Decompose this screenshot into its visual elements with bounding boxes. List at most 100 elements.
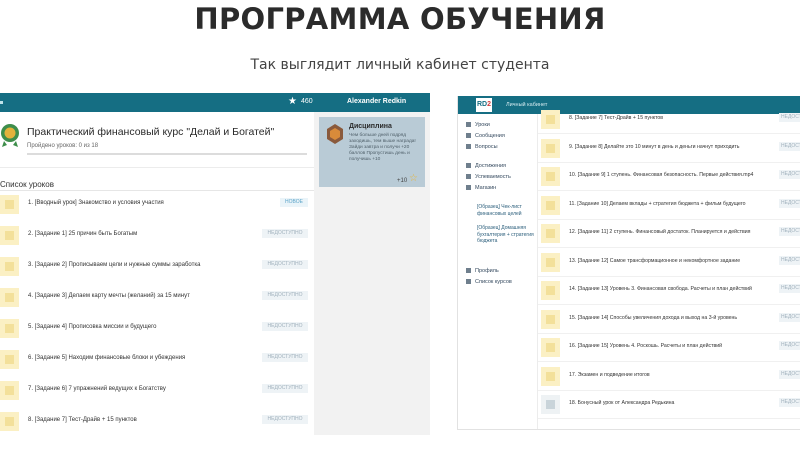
lessons-list-title: Список уроков <box>0 180 54 189</box>
lesson-row[interactable]: 8. [Задание 7] Тест-Драйв + 15 пунктов НЕ… <box>0 409 314 435</box>
lesson-thumbnail-icon <box>0 288 19 307</box>
sidebar-item-progress[interactable]: Успеваемость <box>466 174 511 180</box>
lesson-status-badge: НЕДОСТУПНО <box>779 113 800 122</box>
sidebar-item-profile[interactable]: Профиль <box>466 268 499 274</box>
sidebar-item-label: Уроки <box>475 122 490 128</box>
list-icon <box>466 279 471 285</box>
lesson-status-badge: НЕДОСТУПНО <box>262 415 308 424</box>
lesson-thumbnail-icon <box>541 167 560 186</box>
course-header: Практический финансовый курс "Делай и Бо… <box>0 118 314 168</box>
sidebar-item-messages[interactable]: Сообщения <box>466 133 505 139</box>
lesson-row[interactable]: 12. [Задание 11] 2 ступень. Финансовый д… <box>538 220 800 248</box>
student-cabinet-screenshot-right: RD2 Личный кабинет Уроки Сообщения Вопро… <box>457 96 800 430</box>
sidebar-item-label: Профиль <box>475 268 499 274</box>
lesson-status-badge: НЕДОСТУПНО <box>779 312 800 322</box>
lesson-status-badge: НЕДОСТУПНО <box>779 198 800 208</box>
lesson-title: 13. [Задание 12] Самое трансформационное… <box>569 257 741 264</box>
lesson-row[interactable]: 2. [Задание 1] 25 причин быть Богатым НЕД… <box>0 223 314 253</box>
star-outline-icon: ☆ <box>409 173 418 184</box>
lesson-row[interactable]: 9. [Задание 8] Делайте это 10 минут в де… <box>538 135 800 163</box>
lesson-title: 11. [Задание 10] Делаем вклады + стратег… <box>569 200 746 207</box>
lesson-thumbnail-icon <box>0 319 19 338</box>
discipline-text: Чем больше дней подряд заходишь, тем выш… <box>349 133 416 162</box>
lesson-thumbnail-icon <box>541 366 560 386</box>
lesson-status-badge: НЕДОСТУПНО <box>779 141 800 151</box>
lesson-row[interactable]: 8. [Задание 7] Тест-Драйв + 15 пунктов НЕ… <box>538 106 800 134</box>
lesson-status-badge: НОВОЕ <box>280 198 308 207</box>
discipline-points: +10 <box>397 178 408 184</box>
divider <box>0 190 314 191</box>
lesson-status-badge: НЕДОСТУПНО <box>262 322 308 331</box>
course-title: Практический финансовый курс "Делай и Бо… <box>27 126 275 138</box>
course-progress-bar <box>27 153 307 155</box>
lesson-title: 8. [Задание 7] Тест-Драйв + 15 пунктов <box>569 115 664 121</box>
lesson-title: 12. [Задание 11] 2 ступень. Финансовый д… <box>569 229 751 235</box>
lesson-row[interactable]: 3. [Задание 2] Прописываем цели и нужные… <box>0 254 314 284</box>
lesson-thumbnail-icon <box>0 226 19 245</box>
lesson-status-badge: НЕДОСТУПНО <box>262 229 308 238</box>
lesson-thumbnail-icon <box>0 381 19 400</box>
lesson-status-badge: НЕДОСТУПНО <box>779 369 800 379</box>
sidebar-item-lessons[interactable]: Уроки <box>466 122 490 128</box>
lesson-row[interactable]: 1. [Вводный урок] Знакомство и условия у… <box>0 192 314 222</box>
lesson-title: 18. Бонусный урок от Александра Редькина <box>569 400 675 406</box>
message-icon <box>466 133 471 139</box>
lesson-title: 3. [Задание 2] Прописываем цели и нужные… <box>28 262 201 268</box>
student-cabinet-screenshot-left: ★ 460 Alexander Redkin Практический фина… <box>0 93 430 435</box>
sidebar-item-label: Успеваемость <box>475 174 511 180</box>
lesson-title: 14. [Задание 13] Уровень 3. Финансовая с… <box>569 286 752 292</box>
lesson-status-badge: НЕДОСТУПНО <box>262 353 308 362</box>
lesson-thumbnail-icon <box>0 257 19 276</box>
logo-suffix: 2 <box>487 101 492 108</box>
lesson-title: 15. [Задание 14] Способы увеличения дохо… <box>569 314 738 321</box>
lesson-row[interactable]: 14. [Задание 13] Уровень 3. Финансовая с… <box>538 277 800 305</box>
lesson-row[interactable]: 15. [Задание 14] Способы увеличения дохо… <box>538 306 800 334</box>
sidebar-item-questions[interactable]: Вопросы <box>466 144 498 150</box>
lesson-row[interactable]: 13. [Задание 12] Самое трансформационное… <box>538 249 800 277</box>
lesson-status-badge: НЕДОСТУПНО <box>779 398 800 407</box>
lesson-row[interactable]: 17. Экзамен и подведение итогов НЕДОСТУПН… <box>538 363 800 391</box>
logo-prefix: RD <box>476 101 488 108</box>
lesson-row[interactable]: 5. [Задание 4] Прописовка миссии и будущ… <box>0 316 314 346</box>
sidebar-item-label: Сообщения <box>475 133 505 139</box>
user-name[interactable]: Alexander Redkin <box>347 98 406 105</box>
lesson-title: 6. [Задание 5] Находим финансовые блоки … <box>28 355 186 361</box>
lesson-thumbnail-icon <box>0 412 19 431</box>
lesson-row[interactable]: 6. [Задание 5] Находим финансовые блоки … <box>0 347 314 377</box>
lesson-row[interactable]: 11. [Задание 10] Делаем вклады + стратег… <box>538 192 800 220</box>
sidebar-item-checklist[interactable]: [Образец] Чек-лист финансовых целей <box>477 204 537 217</box>
lesson-row[interactable]: 7. [Задание 6] 7 упражнений ведущих к Бо… <box>0 378 314 408</box>
sidebar-item-label: Достижения <box>475 163 507 169</box>
user-icon <box>466 268 471 274</box>
page-subheading: Так выглядит личный кабинет студента <box>250 57 550 73</box>
lesson-title: 5. [Задание 4] Прописовка миссии и будущ… <box>28 324 157 330</box>
lesson-row[interactable]: 16. [Задание 15] Уровень 4. Роскошь. Рас… <box>538 334 800 362</box>
lesson-title: 17. Экзамен и подведение итогов <box>569 371 650 378</box>
sidebar-item-shop[interactable]: Магазин <box>466 185 496 191</box>
discipline-title: Дисциплина <box>349 123 392 130</box>
book-icon <box>466 122 471 128</box>
menu-dot-icon[interactable] <box>0 101 3 104</box>
lesson-row[interactable]: 18. Бонусный урок от Александра Редькина… <box>538 391 800 419</box>
lesson-thumbnail-icon <box>541 252 560 272</box>
sidebar-item-achievements[interactable]: Достижения <box>466 163 506 169</box>
star-icon: ★ <box>288 96 297 107</box>
lesson-row[interactable]: 4. [Задание 3] Делаем карту мечты (желан… <box>0 285 314 315</box>
lesson-thumbnail-icon <box>541 195 560 215</box>
sidebar-item-courses[interactable]: Список курсов <box>466 279 512 285</box>
lesson-row[interactable]: 10. [Задание 9] 1 ступень. Финансовая бе… <box>538 163 800 191</box>
course-progress-text: Пройдено уроков: 0 из 18 <box>27 143 99 149</box>
sidebar-item-label: Список курсов <box>475 279 512 285</box>
logo[interactable]: RD2 <box>476 98 492 112</box>
lesson-title: 4. [Задание 3] Делаем карту мечты (желан… <box>28 293 190 299</box>
sidebar-item-budget[interactable]: [Образец] Домашняя бухгалтерия + стратег… <box>477 225 537 245</box>
lesson-thumbnail-icon <box>541 138 560 158</box>
lesson-title: 8. [Задание 7] Тест-Драйв + 15 пунктов <box>28 417 137 423</box>
trophy-icon <box>466 163 471 169</box>
lesson-title: 16. [Задание 15] Уровень 4. Роскошь. Рас… <box>569 343 722 349</box>
question-icon <box>466 144 471 150</box>
lesson-thumbnail-icon <box>541 338 560 357</box>
chart-icon <box>466 174 471 180</box>
lesson-thumbnail-icon <box>0 350 19 369</box>
top-bar: ★ 460 Alexander Redkin <box>0 93 430 112</box>
